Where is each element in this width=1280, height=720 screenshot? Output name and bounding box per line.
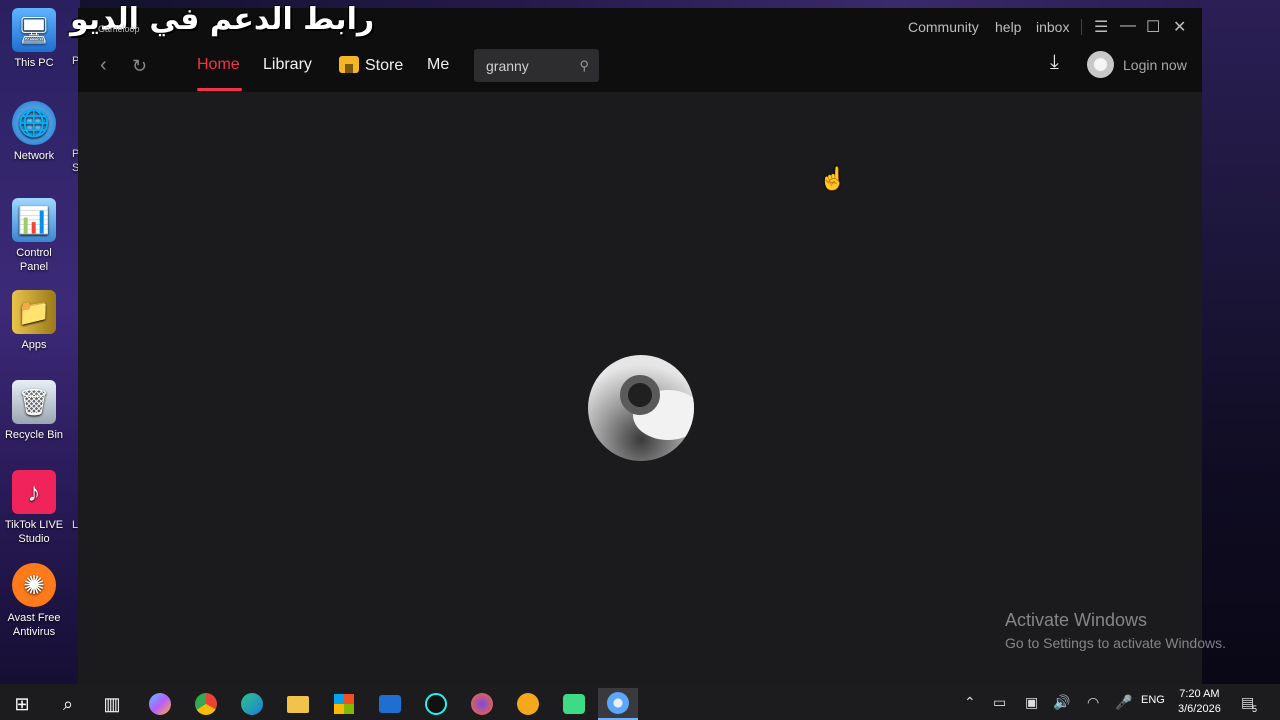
avast-icon: ✺ <box>12 563 56 607</box>
desktop-icon-network[interactable]: 🌐 Network <box>2 101 66 163</box>
notification-count: 5 <box>1252 704 1258 714</box>
logo-ring <box>620 375 660 415</box>
microsoft-store-icon[interactable] <box>324 688 364 720</box>
battery-icon[interactable]: ▭ <box>993 694 1006 711</box>
network-icon: 🌐 <box>12 101 56 145</box>
file-explorer-icon[interactable] <box>278 688 318 720</box>
task-view-icon[interactable]: ▥ <box>92 688 132 720</box>
recycle-bin-icon: 🗑 <box>12 380 56 424</box>
inbox-link[interactable]: inbox <box>1036 19 1069 35</box>
microphone-icon[interactable]: 🎤 <box>1115 694 1132 711</box>
start-button-icon[interactable]: ⊞ <box>2 688 42 720</box>
chrome-icon[interactable] <box>186 688 226 720</box>
login-button[interactable]: Login now <box>1123 57 1187 73</box>
folder-icon: 📁 <box>12 290 56 334</box>
desktop-icon-tiktok[interactable]: ♪ TikTok LIVE Studio <box>2 470 66 546</box>
tab-store-label: Store <box>365 57 404 74</box>
download-icon[interactable]: ⤓ <box>1050 51 1059 74</box>
control-panel-icon: 📊 <box>12 198 56 242</box>
menu-icon[interactable]: ☰ <box>1094 17 1108 37</box>
desktop-icon-label: Apps <box>21 339 47 351</box>
avatar[interactable] <box>1087 51 1114 78</box>
tiktok-icon: ♪ <box>12 470 56 514</box>
clock-time: 7:20 AM <box>1179 688 1220 700</box>
volume-icon[interactable]: 🔊 <box>1053 694 1070 711</box>
gameloop-window: ‹ ↻ Home Library Store Me ⚲ Community he… <box>78 8 1202 684</box>
community-link[interactable]: Community <box>908 19 979 35</box>
overlay-small-caption: Gameloop <box>98 24 140 34</box>
language-indicator[interactable]: ENG <box>1141 694 1165 706</box>
wifi-icon[interactable]: ◠ <box>1087 694 1099 711</box>
search-icon[interactable]: ⌕ <box>48 688 88 720</box>
close-icon[interactable]: ✕ <box>1173 17 1186 37</box>
desktop-icon-avast[interactable]: ✺ Avast Free Antivirus <box>2 563 66 639</box>
desktop-icon-control-panel[interactable]: 📊 Control Panel <box>2 198 66 274</box>
minimize-icon[interactable]: — <box>1120 17 1136 35</box>
gameloop-taskbar-icon[interactable] <box>598 688 638 720</box>
firefox-icon[interactable] <box>462 688 502 720</box>
toolbar-divider <box>1081 19 1082 35</box>
tab-me[interactable]: Me <box>427 56 449 74</box>
desktop-icon-label: Control Panel <box>16 247 52 273</box>
desktop-icon-label: Recycle Bin <box>4 429 64 441</box>
search-icon[interactable]: ⚲ <box>579 58 589 74</box>
activate-windows-watermark: Activate Windows Go to Settings to activ… <box>1005 610 1226 651</box>
desktop-icon-label: Network <box>13 150 55 162</box>
help-link[interactable]: help <box>995 19 1021 35</box>
taskbar: ⊞ ⌕ ▥ ⌃ ▭ ▣ 🔊 ◠ 🎤 ▤ 5 <box>0 684 1280 720</box>
refresh-icon[interactable]: ↻ <box>132 56 147 77</box>
hand-cursor-icon: ☝ <box>819 166 847 191</box>
copilot-icon[interactable] <box>140 688 180 720</box>
device-icon[interactable]: ▣ <box>1025 694 1038 711</box>
desktop-wallpaper-right <box>1200 0 1280 684</box>
show-hidden-icons-icon[interactable]: ⌃ <box>964 694 976 711</box>
search-input[interactable] <box>486 57 566 74</box>
desktop-icon-this-pc[interactable]: 🖥 This PC <box>2 8 66 70</box>
desktop-icon-label: TikTok LIVE Studio <box>4 519 64 545</box>
desktop-icon-label: Avast Free Antivirus <box>7 612 61 638</box>
desktop-icon-apps[interactable]: 📁 Apps <box>2 290 66 352</box>
back-icon[interactable]: ‹ <box>100 54 107 77</box>
tiktok-icon[interactable] <box>416 688 456 720</box>
edge-icon[interactable] <box>232 688 272 720</box>
tab-home[interactable]: Home <box>197 56 240 74</box>
search-box[interactable]: ⚲ <box>474 49 599 82</box>
taskbar-clock[interactable]: 7:20 AM 3/6/2026 <box>1178 687 1221 717</box>
desktop-icon-label: This PC <box>14 57 54 69</box>
computer-icon: 🖥 <box>12 8 56 52</box>
watermark-subtitle: Go to Settings to activate Windows. <box>1005 635 1226 651</box>
desktop-icon-recycle-bin[interactable]: 🗑 Recycle Bin <box>2 380 66 442</box>
emulator-icon[interactable] <box>554 688 594 720</box>
clock-date: 3/6/2026 <box>1178 703 1221 715</box>
outlook-icon[interactable] <box>370 688 410 720</box>
store-icon <box>339 56 359 73</box>
tab-library[interactable]: Library <box>263 56 312 74</box>
loading-spinner-logo <box>588 355 694 461</box>
active-tab-indicator <box>197 88 242 91</box>
maximize-icon[interactable]: ☐ <box>1146 17 1160 37</box>
watermark-title: Activate Windows <box>1005 610 1148 630</box>
brave-icon[interactable] <box>508 688 548 720</box>
tab-store[interactable]: Store <box>339 56 403 75</box>
